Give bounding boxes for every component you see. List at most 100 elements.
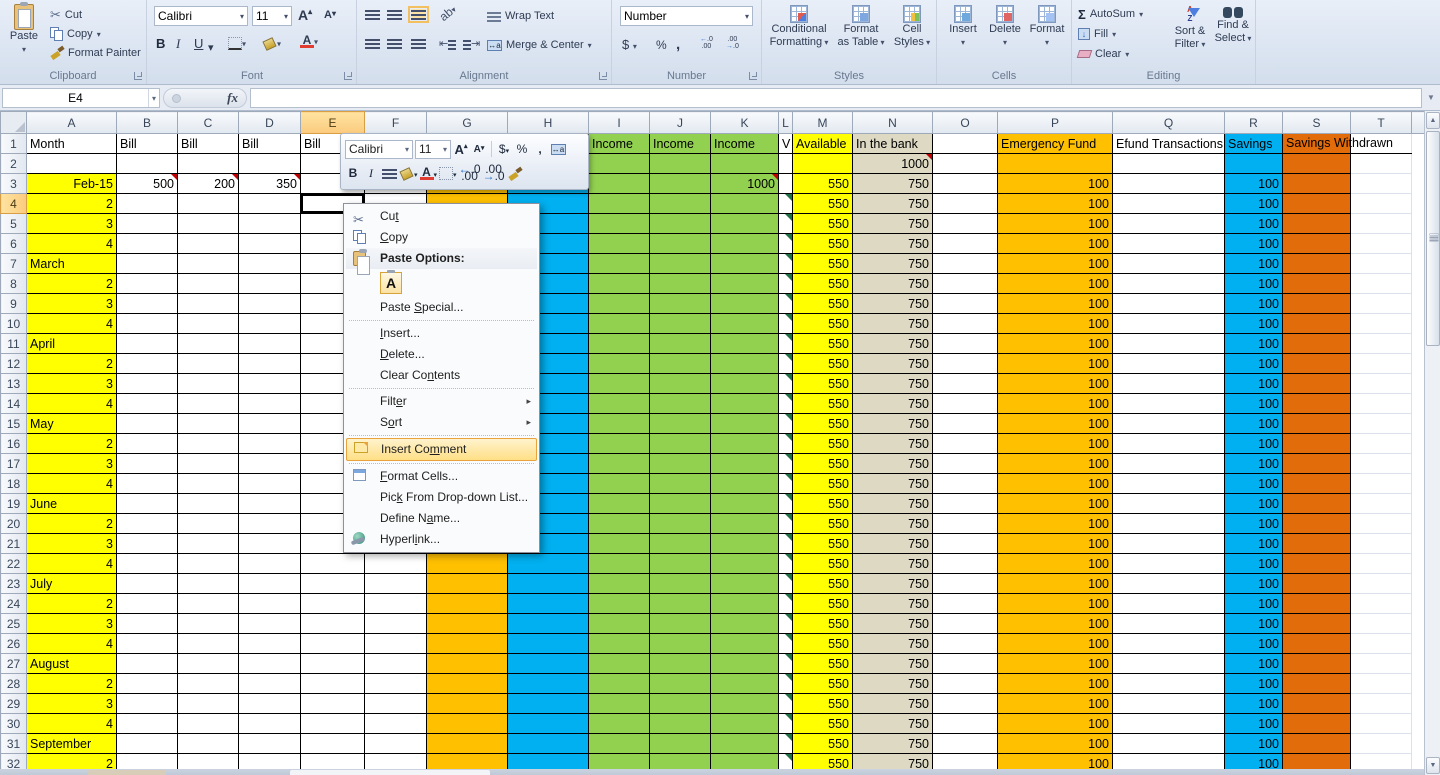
cell-C3[interactable]: 200 — [178, 174, 239, 194]
cell-A20[interactable]: 2 — [27, 514, 117, 534]
cell-J19[interactable] — [650, 494, 711, 514]
cell-T16[interactable] — [1351, 434, 1412, 454]
cell-J8[interactable] — [650, 274, 711, 294]
cell-I16[interactable] — [589, 434, 650, 454]
cell-D10[interactable] — [239, 314, 301, 334]
cell-K3[interactable]: 1000 — [711, 174, 779, 194]
cell-A19[interactable]: June — [27, 494, 117, 514]
cell-N16[interactable]: 750 — [853, 434, 933, 454]
cell-Q2[interactable] — [1113, 154, 1225, 174]
col-header-H[interactable]: H — [508, 112, 589, 134]
cell-J13[interactable] — [650, 374, 711, 394]
cell-K11[interactable] — [711, 334, 779, 354]
cell-R15[interactable]: 100 — [1225, 414, 1283, 434]
cell-N7[interactable]: 750 — [853, 254, 933, 274]
paste-button[interactable]: Paste ▾ — [4, 4, 44, 56]
cell-B21[interactable] — [117, 534, 178, 554]
cell-I2[interactable] — [589, 154, 650, 174]
row-header-19[interactable]: 19 — [1, 494, 27, 514]
conditional-formatting-button[interactable]: Conditional Formatting ▾ — [766, 5, 832, 49]
cell-J4[interactable] — [650, 194, 711, 214]
cell-N11[interactable]: 750 — [853, 334, 933, 354]
cell-J2[interactable] — [650, 154, 711, 174]
cell-F22[interactable] — [365, 554, 427, 574]
cell-Q12[interactable] — [1113, 354, 1225, 374]
cell-R2[interactable] — [1225, 154, 1283, 174]
cell-H31[interactable] — [508, 734, 589, 754]
col-header-K[interactable]: K — [711, 112, 779, 134]
cell-H27[interactable] — [508, 654, 589, 674]
cell-R4[interactable]: 100 — [1225, 194, 1283, 214]
cell-O10[interactable] — [933, 314, 998, 334]
cell-A27[interactable]: August — [27, 654, 117, 674]
cell-P21[interactable]: 100 — [998, 534, 1113, 554]
alignment-dialog-launcher[interactable] — [599, 72, 607, 80]
cell-P12[interactable]: 100 — [998, 354, 1113, 374]
cell-C4[interactable] — [178, 194, 239, 214]
cell-styles-button[interactable]: Cell Styles ▾ — [890, 5, 934, 49]
cell-P14[interactable]: 100 — [998, 394, 1113, 414]
cell-M14[interactable]: 550 — [793, 394, 853, 414]
cell-K23[interactable] — [711, 574, 779, 594]
cell-F28[interactable] — [365, 674, 427, 694]
cell-L2[interactable] — [779, 154, 793, 174]
cell-P16[interactable]: 100 — [998, 434, 1113, 454]
cell-I19[interactable] — [589, 494, 650, 514]
cell-N12[interactable]: 750 — [853, 354, 933, 374]
cell-M13[interactable]: 550 — [793, 374, 853, 394]
cell-J17[interactable] — [650, 454, 711, 474]
cell-T24[interactable] — [1351, 594, 1412, 614]
cell-R3[interactable]: 100 — [1225, 174, 1283, 194]
cell-A9[interactable]: 3 — [27, 294, 117, 314]
col-header-B[interactable]: B — [117, 112, 178, 134]
cell-I5[interactable] — [589, 214, 650, 234]
cell-C14[interactable] — [178, 394, 239, 414]
cell-P15[interactable]: 100 — [998, 414, 1113, 434]
cell-D5[interactable] — [239, 214, 301, 234]
cell-N29[interactable]: 750 — [853, 694, 933, 714]
cell-L19[interactable] — [779, 494, 793, 514]
mini-merge-center-button[interactable]: ↔a — [550, 142, 566, 156]
cell-K8[interactable] — [711, 274, 779, 294]
italic-button[interactable]: I — [176, 36, 180, 52]
cell-Q19[interactable] — [1113, 494, 1225, 514]
cell-L11[interactable] — [779, 334, 793, 354]
cell-R8[interactable]: 100 — [1225, 274, 1283, 294]
cell-L9[interactable] — [779, 294, 793, 314]
cell-I26[interactable] — [589, 634, 650, 654]
cell-J1[interactable]: Income — [650, 134, 711, 154]
cell-I13[interactable] — [589, 374, 650, 394]
cell-T20[interactable] — [1351, 514, 1412, 534]
cell-E22[interactable] — [301, 554, 365, 574]
col-header-J[interactable]: J — [650, 112, 711, 134]
cell-L22[interactable] — [779, 554, 793, 574]
cell-R16[interactable]: 100 — [1225, 434, 1283, 454]
cell-B30[interactable] — [117, 714, 178, 734]
cell-O7[interactable] — [933, 254, 998, 274]
cell-L28[interactable] — [779, 674, 793, 694]
cell-D2[interactable] — [239, 154, 301, 174]
cell-P25[interactable]: 100 — [998, 614, 1113, 634]
cell-I27[interactable] — [589, 654, 650, 674]
cell-N20[interactable]: 750 — [853, 514, 933, 534]
sheet-tab[interactable] — [290, 770, 490, 775]
cell-C25[interactable] — [178, 614, 239, 634]
cell-G26[interactable] — [427, 634, 508, 654]
cell-C11[interactable] — [178, 334, 239, 354]
cell-S9[interactable] — [1283, 294, 1351, 314]
cell-O16[interactable] — [933, 434, 998, 454]
cell-T21[interactable] — [1351, 534, 1412, 554]
cell-N30[interactable]: 750 — [853, 714, 933, 734]
cell-B12[interactable] — [117, 354, 178, 374]
cell-C17[interactable] — [178, 454, 239, 474]
cell-R6[interactable]: 100 — [1225, 234, 1283, 254]
cell-I25[interactable] — [589, 614, 650, 634]
cell-J11[interactable] — [650, 334, 711, 354]
cell-J31[interactable] — [650, 734, 711, 754]
cell-L30[interactable] — [779, 714, 793, 734]
cell-K1[interactable]: Income — [711, 134, 779, 154]
name-box-dropdown[interactable]: ▾ — [148, 89, 159, 107]
scrollbar-thumb[interactable] — [1426, 131, 1440, 346]
cell-A14[interactable]: 4 — [27, 394, 117, 414]
cell-Q10[interactable] — [1113, 314, 1225, 334]
